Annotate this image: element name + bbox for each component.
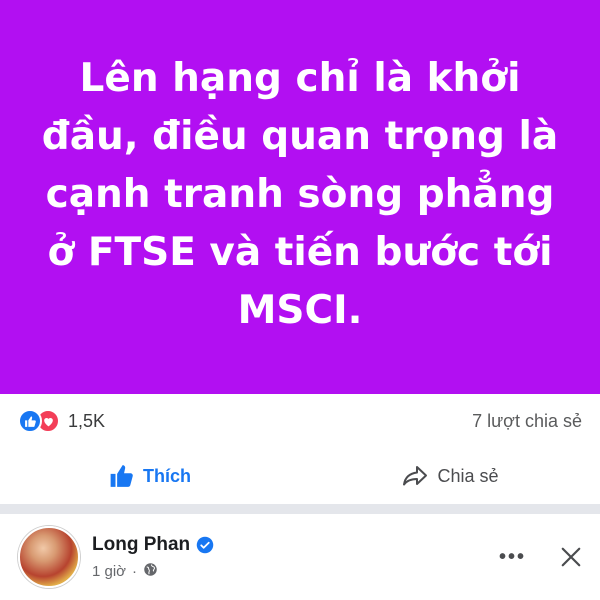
thumbs-up-icon xyxy=(109,463,135,489)
author-header: Long Phan 1 giờ · ••• xyxy=(0,514,600,600)
like-reaction-icon xyxy=(18,409,42,433)
verified-badge-icon xyxy=(196,536,214,554)
post-meta: 1 giờ · xyxy=(92,562,499,581)
post-actions: Thích Chia sẻ xyxy=(0,448,600,504)
reaction-count: 1,5K xyxy=(68,410,106,431)
like-label: Thích xyxy=(143,465,191,486)
share-arrow-icon xyxy=(401,463,429,489)
meta-separator: · xyxy=(132,562,138,580)
section-divider xyxy=(0,504,600,514)
reactions-bar: 1,5K 7 lượt chia sẻ xyxy=(0,394,600,448)
avatar[interactable] xyxy=(18,526,80,588)
author-name[interactable]: Long Phan xyxy=(92,534,190,556)
close-button[interactable] xyxy=(560,546,582,568)
share-count[interactable]: 7 lượt chia sẻ xyxy=(472,411,582,432)
reactions-summary[interactable]: 1,5K xyxy=(18,409,105,433)
post-background: Lên hạng chỉ là khởi đầu, điều quan trọn… xyxy=(0,0,600,394)
post-text: Lên hạng chỉ là khởi đầu, điều quan trọn… xyxy=(41,56,559,333)
more-options-button[interactable]: ••• xyxy=(499,546,526,569)
like-button[interactable]: Thích xyxy=(0,463,300,489)
post-time[interactable]: 1 giờ xyxy=(92,563,126,580)
author-info: Long Phan 1 giờ · xyxy=(92,534,499,581)
share-label: Chia sẻ xyxy=(437,465,499,486)
author-name-line: Long Phan xyxy=(92,534,499,556)
author-actions: ••• xyxy=(499,546,582,569)
close-icon xyxy=(561,547,581,567)
share-button[interactable]: Chia sẻ xyxy=(300,463,600,489)
globe-icon xyxy=(143,562,158,581)
